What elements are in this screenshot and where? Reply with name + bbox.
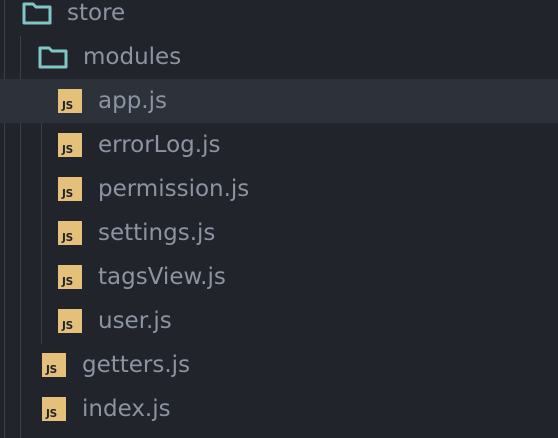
- file-label: errorLog.js: [98, 131, 221, 158]
- js-file-icon: JS: [42, 397, 66, 421]
- file-index-js[interactable]: JS index.js: [0, 387, 558, 431]
- file-errorlog-js[interactable]: JS errorLog.js: [0, 123, 558, 167]
- file-user-js[interactable]: JS user.js: [0, 299, 558, 343]
- folder-icon: [22, 1, 52, 25]
- file-label: user.js: [98, 307, 172, 334]
- js-file-icon: JS: [58, 89, 82, 113]
- file-explorer-tree: store modules JS app.js JS errorLog.js J…: [0, 0, 558, 438]
- js-file-icon: JS: [58, 133, 82, 157]
- js-file-icon: JS: [42, 353, 66, 377]
- js-file-icon: JS: [58, 265, 82, 289]
- file-getters-js[interactable]: JS getters.js: [0, 343, 558, 387]
- file-label: index.js: [82, 395, 171, 422]
- js-file-icon: JS: [58, 177, 82, 201]
- file-label: permission.js: [98, 175, 250, 202]
- folder-modules[interactable]: modules: [0, 35, 558, 79]
- folder-icon: [38, 45, 68, 69]
- file-label: settings.js: [98, 219, 216, 246]
- file-app-js[interactable]: JS app.js: [0, 79, 558, 123]
- file-label: getters.js: [82, 351, 191, 378]
- js-file-icon: JS: [58, 221, 82, 245]
- js-file-icon: JS: [58, 309, 82, 333]
- folder-store[interactable]: store: [0, 0, 558, 35]
- file-label: app.js: [98, 87, 167, 114]
- file-permission-js[interactable]: JS permission.js: [0, 167, 558, 211]
- file-settings-js[interactable]: JS settings.js: [0, 211, 558, 255]
- file-tagsview-js[interactable]: JS tagsView.js: [0, 255, 558, 299]
- folder-label-store: store: [67, 0, 126, 26]
- folder-label-modules: modules: [83, 43, 182, 70]
- file-label: tagsView.js: [98, 263, 226, 290]
